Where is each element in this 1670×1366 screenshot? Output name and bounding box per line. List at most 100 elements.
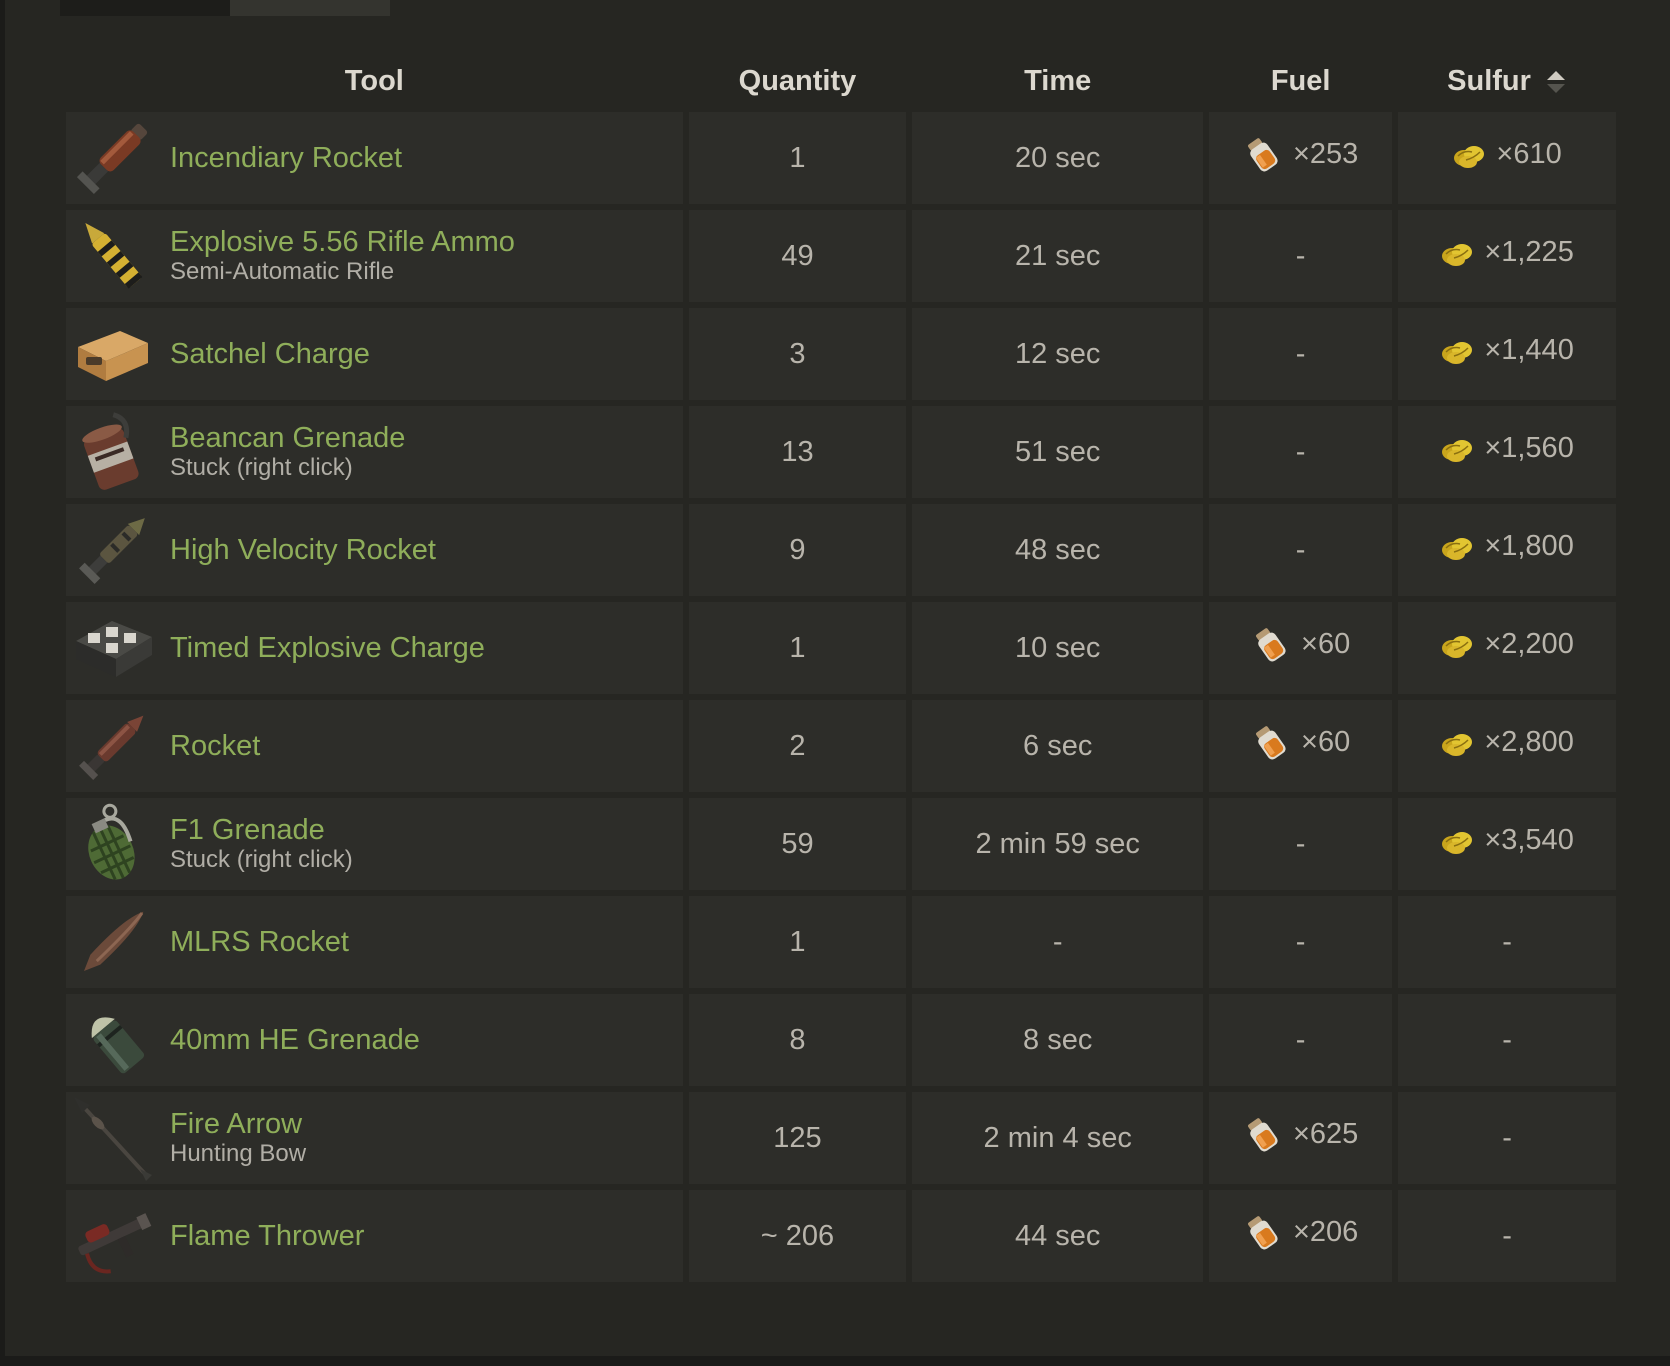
sulfur-icon	[1454, 145, 1485, 168]
sulfur-amount: ×1,225	[1440, 236, 1574, 269]
fuel-cell: ×60	[1209, 602, 1393, 694]
quantity-cell: 3	[688, 308, 907, 400]
table-row[interactable]: Beancan Grenade Stuck (right click) 13 5…	[66, 406, 1616, 498]
mlrs-rocket-icon[interactable]	[68, 897, 158, 987]
fuel-amount: ×625	[1243, 1114, 1358, 1154]
tool-cell: Incendiary Rocket	[66, 112, 683, 204]
tool-name-link[interactable]: High Velocity Rocket	[170, 534, 436, 566]
sulfur-cell: -	[1398, 1190, 1616, 1282]
tool-name-link[interactable]: Fire Arrow	[170, 1108, 306, 1140]
table-row[interactable]: Incendiary Rocket 1 20 sec ×253 ×610	[66, 112, 1616, 204]
table-row[interactable]: Flame Thrower ~ 206 44 sec ×206 -	[66, 1190, 1616, 1282]
low-grade-fuel-icon	[1248, 1118, 1278, 1152]
sulfur-value: ×2,200	[1484, 628, 1574, 661]
explosive-ammo-icon[interactable]	[68, 211, 158, 301]
table-row[interactable]: Timed Explosive Charge 1 10 sec ×60 ×2,2…	[66, 602, 1616, 694]
table-row[interactable]: High Velocity Rocket 9 48 sec - ×1,800	[66, 504, 1616, 596]
quantity-cell: 9	[688, 504, 907, 596]
time-value: 2 min 4 sec	[983, 1121, 1132, 1154]
sulfur-value: ×1,800	[1484, 530, 1574, 563]
table-header-row: Tool Quantity Time Fuel Sulfur	[66, 56, 1616, 106]
40mm-grenade-icon[interactable]	[68, 995, 158, 1085]
sulfur-icon	[1442, 831, 1473, 854]
c4-icon[interactable]	[68, 603, 158, 693]
column-header-label: Quantity	[738, 64, 857, 97]
tool-name-link[interactable]: Rocket	[170, 730, 260, 762]
fire-arrow-icon[interactable]	[68, 1093, 158, 1183]
satchel-charge-icon[interactable]	[68, 309, 158, 399]
quantity-value: 49	[781, 239, 814, 272]
flamethrower-icon[interactable]	[68, 1191, 158, 1281]
table-row[interactable]: MLRS Rocket 1 - - -	[66, 896, 1616, 988]
tool-cell: Explosive 5.56 Rifle Ammo Semi-Automatic…	[66, 210, 683, 302]
fuel-cell: -	[1209, 798, 1393, 890]
sulfur-amount: ×3,540	[1440, 824, 1574, 857]
fuel-cell: -	[1209, 406, 1393, 498]
fuel-value: ×60	[1301, 725, 1351, 758]
table-row[interactable]: 40mm HE Grenade 8 8 sec - -	[66, 994, 1616, 1086]
column-header-time[interactable]: Time	[912, 56, 1203, 106]
fuel-cell: ×625	[1209, 1092, 1393, 1184]
sulfur-empty: -	[1502, 1121, 1512, 1154]
column-header-label: Tool	[344, 64, 404, 97]
tool-name-link[interactable]: Explosive 5.56 Rifle Ammo	[170, 226, 515, 258]
tool-name-link[interactable]: Incendiary Rocket	[170, 142, 402, 174]
sulfur-icon	[1442, 439, 1473, 462]
quantity-cell: 49	[688, 210, 907, 302]
sulfur-value: ×610	[1496, 138, 1562, 171]
fuel-amount: ×60	[1251, 722, 1350, 762]
column-header-label: Sulfur	[1447, 64, 1531, 97]
fuel-empty: -	[1295, 239, 1306, 272]
tool-name-link[interactable]: F1 Grenade	[170, 814, 353, 846]
time-value: 12 sec	[1014, 337, 1101, 370]
time-value: 48 sec	[1014, 533, 1101, 566]
rocket-icon[interactable]	[68, 701, 158, 791]
sulfur-cell: ×610	[1398, 112, 1616, 204]
f1-grenade-icon[interactable]	[68, 799, 158, 889]
sulfur-cell: ×2,800	[1398, 700, 1616, 792]
column-header-tool[interactable]: Tool	[66, 56, 683, 106]
fuel-empty: -	[1295, 533, 1306, 566]
fuel-cell: -	[1209, 896, 1393, 988]
quantity-value: 3	[789, 337, 806, 370]
quantity-value: 13	[781, 435, 814, 468]
tool-name-link[interactable]: MLRS Rocket	[170, 926, 349, 958]
fuel-amount: ×253	[1243, 134, 1358, 174]
time-cell: 10 sec	[912, 602, 1204, 694]
low-grade-fuel-icon	[1248, 1216, 1278, 1250]
time-cell: 12 sec	[912, 308, 1204, 400]
tool-name-link[interactable]: Timed Explosive Charge	[170, 632, 485, 664]
fuel-cell: -	[1209, 504, 1393, 596]
hv-rocket-icon[interactable]	[68, 505, 158, 595]
quantity-cell: 1	[688, 602, 907, 694]
column-header-quantity[interactable]: Quantity	[689, 56, 907, 106]
tool-cell: MLRS Rocket	[66, 896, 683, 988]
beancan-grenade-icon[interactable]	[68, 407, 158, 497]
sulfur-cell: -	[1398, 1092, 1616, 1184]
tool-name-link[interactable]: Flame Thrower	[170, 1220, 364, 1252]
tool-name-link[interactable]: Beancan Grenade	[170, 422, 405, 454]
tab-2[interactable]	[230, 0, 390, 16]
incendiary-rocket-icon[interactable]	[68, 113, 158, 203]
column-header-fuel[interactable]: Fuel	[1209, 56, 1392, 106]
quantity-value: 125	[773, 1121, 822, 1154]
tool-name-link[interactable]: Satchel Charge	[170, 338, 370, 370]
tool-name-link[interactable]: 40mm HE Grenade	[170, 1024, 420, 1056]
tab-1[interactable]	[60, 0, 230, 16]
table-row[interactable]: F1 Grenade Stuck (right click) 59 2 min …	[66, 798, 1616, 890]
fuel-value: ×60	[1301, 627, 1351, 660]
fuel-amount: ×206	[1243, 1212, 1358, 1252]
low-grade-fuel-icon	[1248, 138, 1278, 172]
quantity-cell: 125	[688, 1092, 907, 1184]
tool-cell: 40mm HE Grenade	[66, 994, 683, 1086]
table-row[interactable]: Satchel Charge 3 12 sec - ×1,440	[66, 308, 1616, 400]
table-row[interactable]: Explosive 5.56 Rifle Ammo Semi-Automatic…	[66, 210, 1616, 302]
table-row[interactable]: Fire Arrow Hunting Bow 125 2 min 4 sec ×…	[66, 1092, 1616, 1184]
low-grade-fuel-icon	[1256, 628, 1286, 662]
quantity-cell: 2	[688, 700, 907, 792]
column-header-sulfur[interactable]: Sulfur	[1398, 56, 1616, 106]
time-cell: 44 sec	[912, 1190, 1204, 1282]
table-row[interactable]: Rocket 2 6 sec ×60 ×2,800	[66, 700, 1616, 792]
tool-cell: Flame Thrower	[66, 1190, 683, 1282]
sulfur-value: ×3,540	[1484, 824, 1574, 857]
